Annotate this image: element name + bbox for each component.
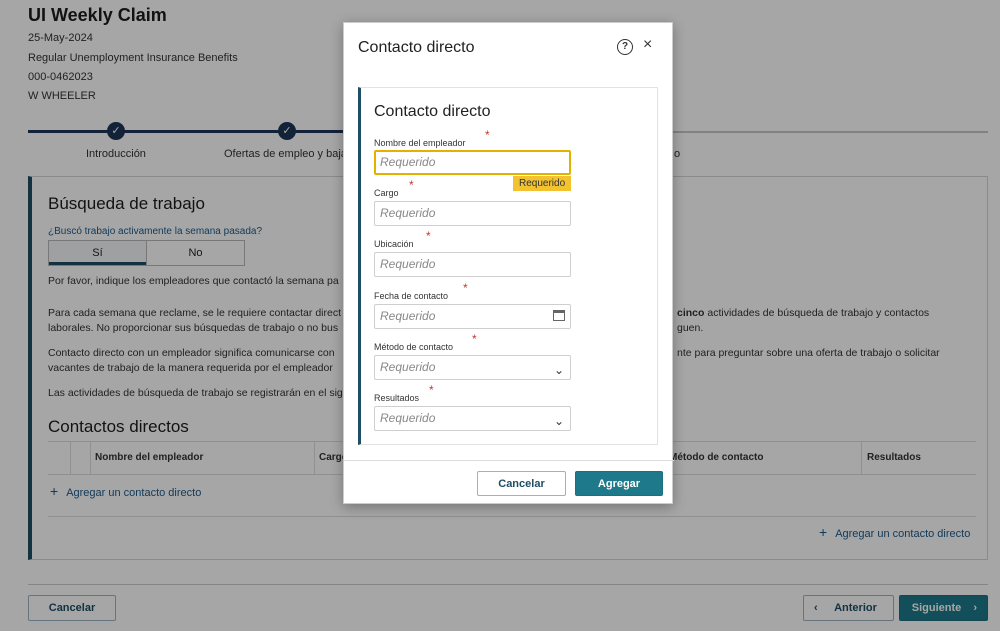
required-asterisk: * bbox=[426, 229, 431, 243]
employer-name-label: Nombre del empleador bbox=[374, 138, 466, 148]
required-asterisk: * bbox=[472, 332, 477, 346]
required-tooltip: Requerido bbox=[513, 176, 572, 191]
required-asterisk: * bbox=[485, 128, 490, 142]
help-icon[interactable]: ? bbox=[617, 39, 633, 55]
results-select[interactable]: Requerido ⌄ bbox=[374, 406, 571, 431]
required-asterisk: * bbox=[463, 281, 468, 295]
direct-contact-dialog: Contacto directo ? × Contacto directo No… bbox=[343, 22, 674, 504]
contact-date-input[interactable]: Requerido bbox=[374, 304, 571, 329]
required-asterisk: * bbox=[409, 178, 414, 192]
chevron-down-icon: ⌄ bbox=[553, 414, 564, 428]
contact-form-panel: Contacto directo Nombre del empleador * … bbox=[358, 87, 658, 445]
chevron-down-icon: ⌄ bbox=[553, 363, 564, 377]
position-input[interactable]: Requerido bbox=[374, 201, 571, 226]
employer-name-input[interactable]: Requerido bbox=[374, 150, 571, 175]
location-label: Ubicación bbox=[374, 239, 414, 249]
close-icon[interactable]: × bbox=[643, 36, 652, 54]
location-input[interactable]: Requerido bbox=[374, 252, 571, 277]
results-label: Resultados bbox=[374, 393, 420, 403]
required-asterisk: * bbox=[429, 383, 434, 397]
contact-date-label: Fecha de contacto bbox=[374, 291, 449, 301]
contact-method-select[interactable]: Requerido ⌄ bbox=[374, 355, 571, 380]
dialog-footer-divider bbox=[344, 460, 674, 461]
dialog-title: Contacto directo bbox=[358, 39, 475, 56]
dialog-cancel-button[interactable]: Cancelar bbox=[477, 471, 566, 496]
calendar-icon[interactable] bbox=[553, 310, 565, 321]
dialog-add-button[interactable]: Agregar bbox=[575, 471, 663, 496]
form-title: Contacto directo bbox=[374, 103, 491, 120]
position-label: Cargo bbox=[374, 188, 399, 198]
contact-method-label: Método de contacto bbox=[374, 342, 454, 352]
